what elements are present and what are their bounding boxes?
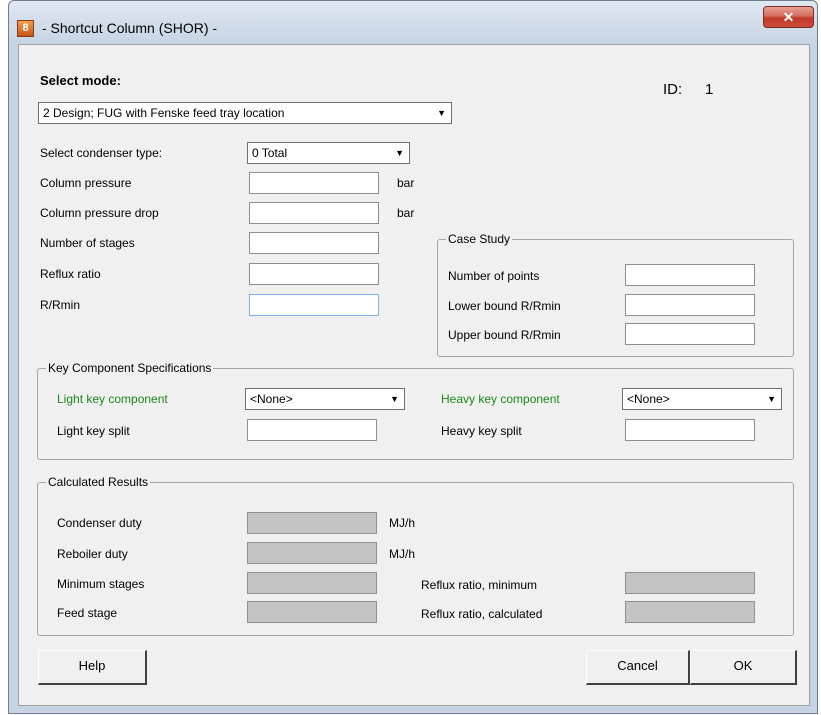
condenser-duty-unit: MJ/h	[389, 516, 416, 530]
key-component-title: Key Component Specifications	[46, 361, 214, 375]
lower-bound-input[interactable]	[625, 294, 755, 316]
chevron-down-icon: ▼	[390, 394, 399, 404]
reflux-min-label: Reflux ratio, minimum	[421, 578, 538, 592]
light-key-value: <None>	[250, 392, 293, 406]
feed-stage-output	[247, 601, 377, 623]
mode-select-value: 2 Design; FUG with Fenske feed tray loca…	[43, 106, 285, 120]
id-value: 1	[705, 81, 714, 98]
reflux-calc-output	[625, 601, 755, 623]
light-key-select[interactable]: <None> ▼	[245, 388, 405, 410]
light-split-label: Light key split	[57, 424, 130, 438]
light-split-input[interactable]	[247, 419, 377, 441]
id-label: ID:	[663, 81, 683, 98]
light-key-label: Light key component	[57, 392, 168, 406]
column-pressure-unit: bar	[397, 176, 415, 190]
reboiler-duty-unit: MJ/h	[389, 547, 416, 561]
r-rmin-input[interactable]	[249, 294, 379, 316]
column-pressure-input[interactable]	[249, 172, 379, 194]
heavy-key-value: <None>	[627, 392, 670, 406]
window-title: - Shortcut Column (SHOR) -	[42, 20, 218, 36]
number-of-stages-input[interactable]	[249, 232, 379, 254]
feed-stage-label: Feed stage	[57, 606, 118, 620]
cancel-button[interactable]: Cancel	[586, 650, 690, 685]
upper-bound-label: Upper bound R/Rmin	[448, 328, 561, 342]
condenser-type-select[interactable]: 0 Total ▼	[247, 142, 410, 164]
condenser-duty-label: Condenser duty	[57, 516, 142, 530]
reflux-ratio-label: Reflux ratio	[40, 267, 101, 281]
chevron-down-icon: ▼	[767, 394, 776, 404]
case-study-title: Case Study	[446, 232, 513, 246]
ok-button[interactable]: OK	[690, 650, 797, 685]
column-pressure-drop-input[interactable]	[249, 202, 379, 224]
heavy-key-select[interactable]: <None> ▼	[622, 388, 782, 410]
chevron-down-icon: ▼	[395, 148, 404, 158]
number-of-points-input[interactable]	[625, 264, 755, 286]
mode-select[interactable]: 2 Design; FUG with Fenske feed tray loca…	[38, 102, 452, 124]
r-rmin-label: R/Rmin	[40, 298, 81, 312]
help-button[interactable]: Help	[38, 650, 147, 685]
reboiler-duty-label: Reboiler duty	[57, 547, 128, 561]
column-pressure-drop-unit: bar	[397, 206, 415, 220]
close-icon: ✕	[782, 9, 795, 25]
chevron-down-icon: ▼	[437, 108, 446, 118]
key-component-group	[37, 368, 794, 460]
lower-bound-label: Lower bound R/Rmin	[448, 299, 561, 313]
column-pressure-drop-label: Column pressure drop	[40, 206, 159, 220]
reflux-calc-label: Reflux ratio, calculated	[421, 607, 543, 621]
upper-bound-input[interactable]	[625, 323, 755, 345]
heavy-key-label: Heavy key component	[441, 392, 560, 406]
close-button[interactable]: ✕	[763, 6, 814, 28]
column-pressure-label: Column pressure	[40, 176, 132, 190]
condenser-type-label: Select condenser type:	[40, 146, 163, 160]
minimum-stages-output	[247, 572, 377, 594]
reboiler-duty-output	[247, 542, 377, 564]
condenser-duty-output	[247, 512, 377, 534]
reflux-min-output	[625, 572, 755, 594]
minimum-stages-label: Minimum stages	[57, 577, 145, 591]
condenser-type-value: 0 Total	[252, 146, 288, 160]
calculated-results-title: Calculated Results	[46, 475, 151, 489]
heavy-split-label: Heavy key split	[441, 424, 522, 438]
number-of-points-label: Number of points	[448, 269, 540, 283]
select-mode-label: Select mode:	[40, 73, 121, 88]
app-icon: 8	[17, 20, 34, 37]
number-of-stages-label: Number of stages	[40, 236, 135, 250]
heavy-split-input[interactable]	[625, 419, 755, 441]
reflux-ratio-input[interactable]	[249, 263, 379, 285]
